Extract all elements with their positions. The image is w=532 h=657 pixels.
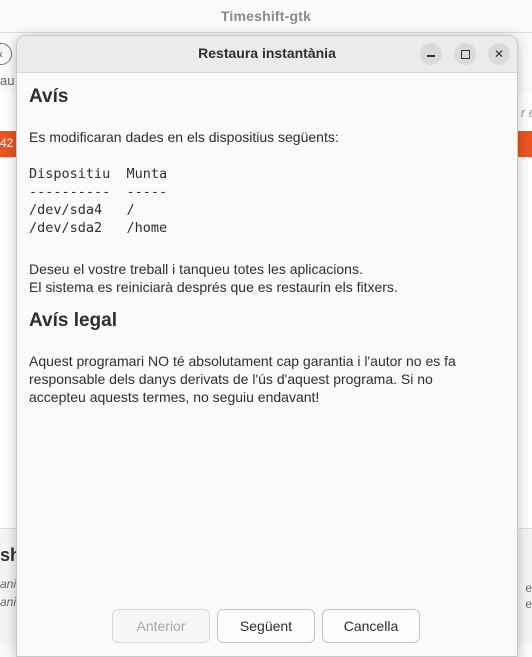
device-table-row: /dev/sda4 / [29,202,135,218]
minimize-button[interactable] [420,43,442,65]
warning-note-line: Deseu el vostre treball i tanqueu totes … [29,261,363,277]
maximize-button[interactable] [454,43,476,65]
legal-text-line: Aquest programari NO té absolutament cap… [29,353,456,369]
status-right-partial: e [525,597,532,611]
legal-text-line: accepteu aquests termes, no seguiu endav… [29,389,320,405]
toolbar-label-partial: au [0,73,15,88]
device-table-row: /dev/sda2 /home [29,220,168,236]
snapshot-row-text-partial: 42 [0,136,14,150]
restore-snapshot-dialog: Restaura instantània ✕ Avís Es modificar… [16,35,518,657]
status-line-partial: ani [0,577,17,591]
status-right-partial: e [525,581,532,595]
warning-note-line: El sistema es reiniciarà després que es … [29,279,398,295]
device-table-separator: ---------- ----- [29,184,168,200]
search-hint-partial: r e [520,105,532,120]
warning-intro: Es modificaran dades en els dispositius … [29,129,339,145]
close-button[interactable]: ✕ [488,43,510,65]
dialog-title: Restaura instantània [198,45,336,61]
restore-toolbar-icon[interactable]: ‹ [0,43,12,65]
main-titlebar: Timeshift-gtk [0,0,532,33]
legal-heading: Avís legal [29,310,118,331]
legal-text-line: responsable dels danys derivats de l'ús … [29,371,433,387]
status-line-partial: ani [0,595,17,609]
close-icon: ✕ [493,47,505,61]
cancel-button[interactable]: Cancella [322,609,420,643]
previous-button[interactable]: Anterior [112,609,210,643]
warning-heading: Avís [29,86,69,107]
device-table-header: Dispositiu Munta [29,166,168,182]
minimize-icon [427,55,435,57]
next-button[interactable]: Següent [217,609,315,643]
maximize-icon [460,49,470,59]
dialog-titlebar: Restaura instantània ✕ [17,36,517,73]
main-window-title: Timeshift-gtk [220,8,312,24]
